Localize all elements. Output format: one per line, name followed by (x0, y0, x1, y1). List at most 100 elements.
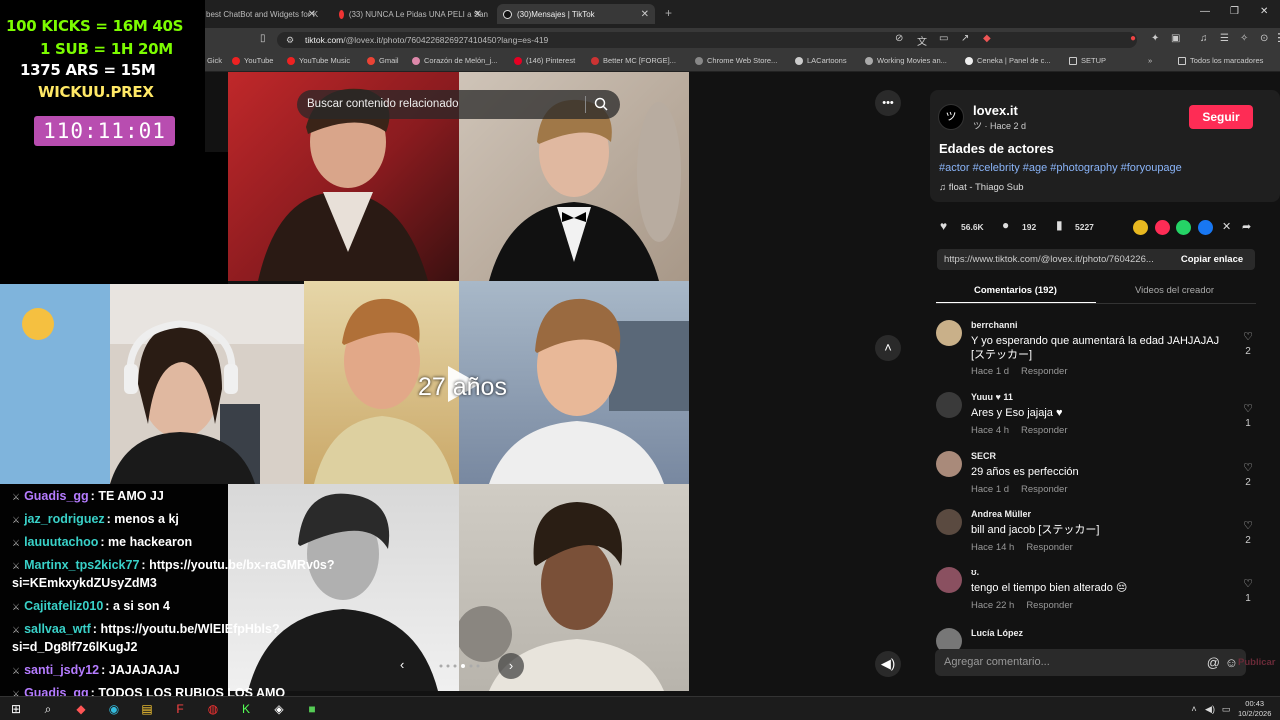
comment-like-icon[interactable]: ♡ (1241, 577, 1255, 590)
restore-icon[interactable]: ❐ (1230, 6, 1239, 17)
bookmark-icon[interactable]: ▮ (1056, 218, 1063, 232)
browser-tab-active[interactable]: (30)Mensajes | TikTok ✕ (497, 4, 655, 24)
chat-username[interactable]: Cajitafeliz010 (24, 599, 103, 613)
sidebar-icon[interactable]: ▣ (1171, 33, 1180, 44)
commenter-name[interactable]: Andrea Müller (971, 509, 1031, 519)
chat-username[interactable]: santi_jsdy12 (24, 663, 99, 677)
system-clock[interactable]: 00:43 10/2/2026 (1238, 699, 1271, 719)
previous-post-button[interactable]: ˄ (875, 335, 901, 361)
heart-icon[interactable]: ♥ (940, 219, 947, 233)
chat-username[interactable]: lauuutachoo (24, 535, 98, 549)
reply-button[interactable]: Responder (1021, 425, 1067, 436)
bookmark-item[interactable]: Corazón de Melón_j... (412, 56, 497, 65)
publish-button[interactable]: Publicar (1238, 657, 1276, 668)
comment-like-icon[interactable]: ♡ (1241, 519, 1255, 532)
creator-username[interactable]: lovex.it (973, 103, 1018, 118)
share-icon[interactable]: ➦ (1242, 220, 1251, 233)
wallet-icon[interactable]: ⊙ (1260, 33, 1268, 44)
reply-button[interactable]: Responder (1026, 542, 1072, 553)
share-page-icon[interactable]: ↗ (961, 33, 969, 44)
tab-comments[interactable]: Comentarios (192) (974, 285, 1057, 296)
chat-username[interactable]: jaz_rodriguez (24, 512, 105, 526)
bookmark-item[interactable]: Ceneka | Panel de c... (965, 56, 1051, 65)
bookmark-item[interactable]: Better MC [FORGE]... (591, 56, 676, 65)
post-hashtags[interactable]: #actor #celebrity #age #photography #for… (939, 162, 1182, 174)
commenter-name[interactable]: SECR (971, 451, 996, 461)
comment-like-icon[interactable]: ♡ (1241, 461, 1255, 474)
whatsapp-icon[interactable] (1176, 220, 1191, 235)
network-icon[interactable]: ▭ (1218, 701, 1234, 717)
commenter-avatar[interactable] (936, 451, 962, 477)
windows-start-icon[interactable]: ⊞ (8, 701, 24, 717)
browser-tab[interactable]: best ChatBot and Widgets for K ✕ (200, 4, 322, 24)
bookmark-folder[interactable]: SETUP (1069, 56, 1106, 65)
tab-creator-videos[interactable]: Videos del creador (1135, 285, 1214, 296)
related-search-input[interactable]: Buscar contenido relacionado (297, 90, 620, 119)
repost-icon[interactable] (1133, 220, 1148, 235)
tray-chevron-icon[interactable]: ˄ (1186, 701, 1202, 717)
chat-username[interactable]: Guadis_gg (24, 489, 89, 503)
commenter-avatar[interactable] (936, 567, 962, 593)
close-tab-icon[interactable]: ✕ (641, 9, 649, 20)
chat-username[interactable]: Martinx_tps2kick77 (24, 558, 139, 572)
chat-username[interactable]: sallvaa_wtf (24, 622, 91, 636)
creator-avatar[interactable]: ツ (938, 104, 964, 130)
volume-icon[interactable]: ◀) (875, 651, 901, 677)
bookmark-item[interactable]: LACartoons (795, 56, 847, 65)
reply-button[interactable]: Responder (1021, 366, 1067, 377)
kick-icon[interactable]: K (238, 701, 254, 717)
prev-photo-icon[interactable]: ‹ (400, 657, 404, 672)
reply-button[interactable]: Responder (1026, 600, 1072, 611)
send-icon[interactable] (1155, 220, 1170, 235)
commenter-name[interactable]: Lucía López (971, 628, 1023, 638)
commenter-name[interactable]: berrchanni (971, 320, 1018, 330)
emoji-icon[interactable]: ☺ (1225, 649, 1238, 676)
screen-icon[interactable]: ▭ (939, 33, 948, 44)
list-icon[interactable]: ☰ (1220, 33, 1229, 44)
copy-link-button[interactable]: Copiar enlace (1169, 249, 1255, 270)
edge-icon[interactable]: ◉ (106, 701, 122, 717)
no-camera-icon[interactable]: ⊘ (895, 33, 903, 44)
app-icon[interactable]: F (172, 701, 188, 717)
post-music[interactable]: ♫ float - Thiago Sub (939, 182, 1024, 193)
file-explorer-icon[interactable]: ▤ (139, 701, 155, 717)
add-comment-input[interactable]: Agregar comentario... @ ☺ (935, 649, 1246, 676)
search-icon[interactable]: ⌕ (40, 701, 56, 717)
close-tab-icon[interactable]: ✕ (474, 9, 482, 20)
close-tab-icon[interactable]: ✕ (308, 9, 316, 20)
more-options-icon[interactable]: ••• (875, 90, 901, 116)
reply-button[interactable]: Responder (1021, 484, 1067, 495)
bookmark-item[interactable]: (146) Pinterest (514, 56, 575, 65)
bookmark-icon[interactable]: ▯ (260, 33, 266, 44)
ai-icon[interactable]: ✧ (1240, 33, 1248, 44)
bookmark-item[interactable]: YouTube Music (287, 56, 350, 65)
bookmark-item[interactable]: Chrome Web Store... (695, 56, 777, 65)
new-tab-button[interactable]: + (665, 6, 672, 20)
translate-icon[interactable]: 文 (917, 33, 927, 48)
browser-tab[interactable]: (33) NUNCA Le Pidas UNA PELI a San ✕ (333, 4, 488, 24)
commenter-name[interactable]: ʊ. (971, 567, 979, 577)
comment-icon[interactable]: ● (1002, 218, 1009, 232)
bookmark-item[interactable]: Gick (207, 56, 222, 65)
commenter-avatar[interactable] (936, 320, 962, 346)
bookmark-folder[interactable]: Todos los marcadores (1178, 56, 1263, 65)
x-icon[interactable]: ✕ (1222, 220, 1231, 233)
bookmark-item[interactable]: Gmail (367, 56, 399, 65)
next-photo-button[interactable]: › (498, 653, 524, 679)
comment-like-icon[interactable]: ♡ (1241, 402, 1255, 415)
facebook-icon[interactable] (1198, 220, 1213, 235)
bookmark-item[interactable]: Working Movies an... (865, 56, 947, 65)
follow-button[interactable]: Seguir (1189, 105, 1253, 129)
extension-icon[interactable]: ● (1130, 33, 1136, 44)
music-icon[interactable]: ♫ (1200, 33, 1208, 44)
obs-icon[interactable]: ◍ (205, 701, 221, 717)
speaker-icon[interactable]: ◀) (1202, 701, 1218, 717)
bookmark-item[interactable]: YouTube (232, 56, 273, 65)
mention-icon[interactable]: @ (1207, 649, 1220, 676)
app-icon[interactable]: ◈ (271, 701, 287, 717)
commenter-avatar[interactable] (936, 509, 962, 535)
puzzle-icon[interactable]: ✦ (1151, 33, 1159, 44)
post-link-field[interactable]: https://www.tiktok.com/@lovex.it/photo/7… (937, 249, 1169, 270)
brave-icon[interactable]: ◆ (73, 701, 89, 717)
brave-shield-icon[interactable]: ◆ (983, 33, 991, 44)
